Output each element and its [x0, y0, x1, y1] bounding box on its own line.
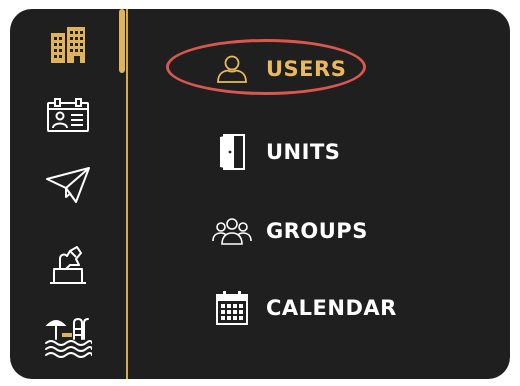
sidebar-item-buildings[interactable] — [38, 21, 98, 69]
pool-icon — [45, 317, 92, 358]
sidebar-item-pool[interactable] — [38, 313, 98, 361]
menu-item-groups-label: GROUPS — [266, 219, 368, 243]
menu-item-users[interactable]: USERS — [212, 47, 346, 91]
menu-item-units[interactable]: UNITS — [212, 130, 340, 174]
sidebar-item-send[interactable] — [38, 161, 98, 209]
user-icon — [212, 49, 252, 89]
menu-item-calendar[interactable]: CALENDAR — [212, 286, 397, 330]
app-frame: USERS UNITS GROUPS CALENDAR — [10, 9, 510, 379]
buildings-icon — [51, 27, 85, 63]
menu-item-units-label: UNITS — [266, 140, 341, 164]
icon-sidebar — [10, 9, 126, 379]
menu-item-groups[interactable]: GROUPS — [212, 209, 368, 253]
menu-item-users-label: USERS — [266, 57, 347, 81]
sidebar-item-vote[interactable] — [38, 241, 98, 289]
menu-item-calendar-label: CALENDAR — [266, 296, 397, 320]
hand-ballot-icon — [50, 246, 86, 284]
main-menu: USERS UNITS GROUPS CALENDAR — [128, 9, 510, 379]
id-card-icon — [47, 98, 89, 132]
door-icon — [212, 132, 252, 172]
calendar-icon — [212, 288, 252, 328]
active-rail-indicator — [119, 9, 125, 73]
group-icon — [212, 211, 252, 251]
paper-plane-icon — [46, 167, 90, 203]
sidebar-item-id-card[interactable] — [38, 93, 98, 141]
